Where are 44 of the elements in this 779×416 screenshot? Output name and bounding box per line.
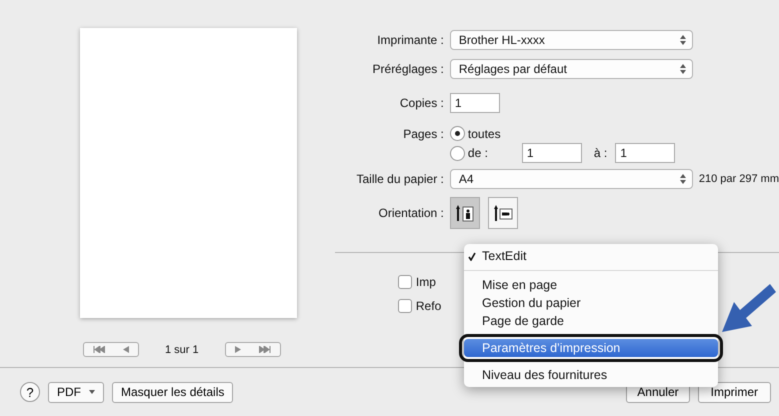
radio-button[interactable] — [450, 126, 465, 141]
first-previous-page-buttons[interactable] — [83, 342, 139, 357]
help-button[interactable]: ? — [20, 382, 40, 402]
checkbox[interactable] — [398, 299, 412, 313]
radio-button[interactable] — [450, 146, 465, 160]
paper-size-popup[interactable]: A4 — [450, 169, 693, 189]
radio-label: de : — [468, 146, 488, 160]
menu-item[interactable]: Paramètres d’impression — [464, 339, 718, 357]
checkbox-label: Refo — [416, 299, 442, 313]
checkbox[interactable] — [398, 275, 412, 289]
pointing-arrow-icon — [722, 284, 776, 334]
field-label: Préréglages : — [372, 62, 444, 76]
updown-arrows-icon — [680, 174, 686, 184]
menu-item[interactable]: Page de garde — [464, 312, 718, 330]
menu-item[interactable]: TextEdit — [464, 247, 718, 265]
menu-item[interactable]: Gestion du papier — [464, 294, 718, 312]
page-counter: 1 sur 1 — [164, 344, 200, 356]
menu-item[interactable]: Mise en page — [464, 276, 718, 294]
print-button[interactable]: Imprimer — [698, 382, 771, 402]
hide-details-button[interactable]: Masquer les détails — [112, 382, 234, 402]
next-last-page-buttons[interactable] — [224, 342, 281, 357]
portrait-icon — [454, 203, 475, 223]
updown-arrows-icon — [680, 35, 686, 45]
orientation-button[interactable] — [488, 197, 518, 229]
checkbox-label: Imp — [416, 275, 436, 289]
field-label: à : — [594, 146, 608, 160]
paper-dimensions: 210 par 297 mm — [698, 173, 779, 185]
to-page-field[interactable]: 1 — [615, 143, 676, 163]
pdf-menu-button[interactable]: PDF — [48, 382, 104, 402]
updown-arrows-icon — [680, 64, 686, 74]
landscape-icon — [492, 203, 513, 223]
orientation-button[interactable] — [450, 197, 480, 229]
printer-popup[interactable]: Brother HL-xxxx — [450, 30, 693, 50]
field-label: Imprimante : — [376, 33, 444, 47]
from-page-field[interactable]: 1 — [522, 143, 582, 163]
field-label: Orientation : — [378, 206, 444, 220]
field-label: Copies : — [398, 96, 444, 110]
field-label: Taille du papier : — [356, 172, 444, 186]
copies-field[interactable]: 1 — [450, 93, 500, 113]
presets-popup[interactable]: Réglages par défaut — [450, 59, 693, 79]
radio-label: toutes — [468, 126, 501, 140]
field-label: Pages : — [402, 126, 444, 140]
caret-icon — [89, 390, 95, 394]
menu-item[interactable]: Niveau des fournitures — [464, 366, 718, 384]
